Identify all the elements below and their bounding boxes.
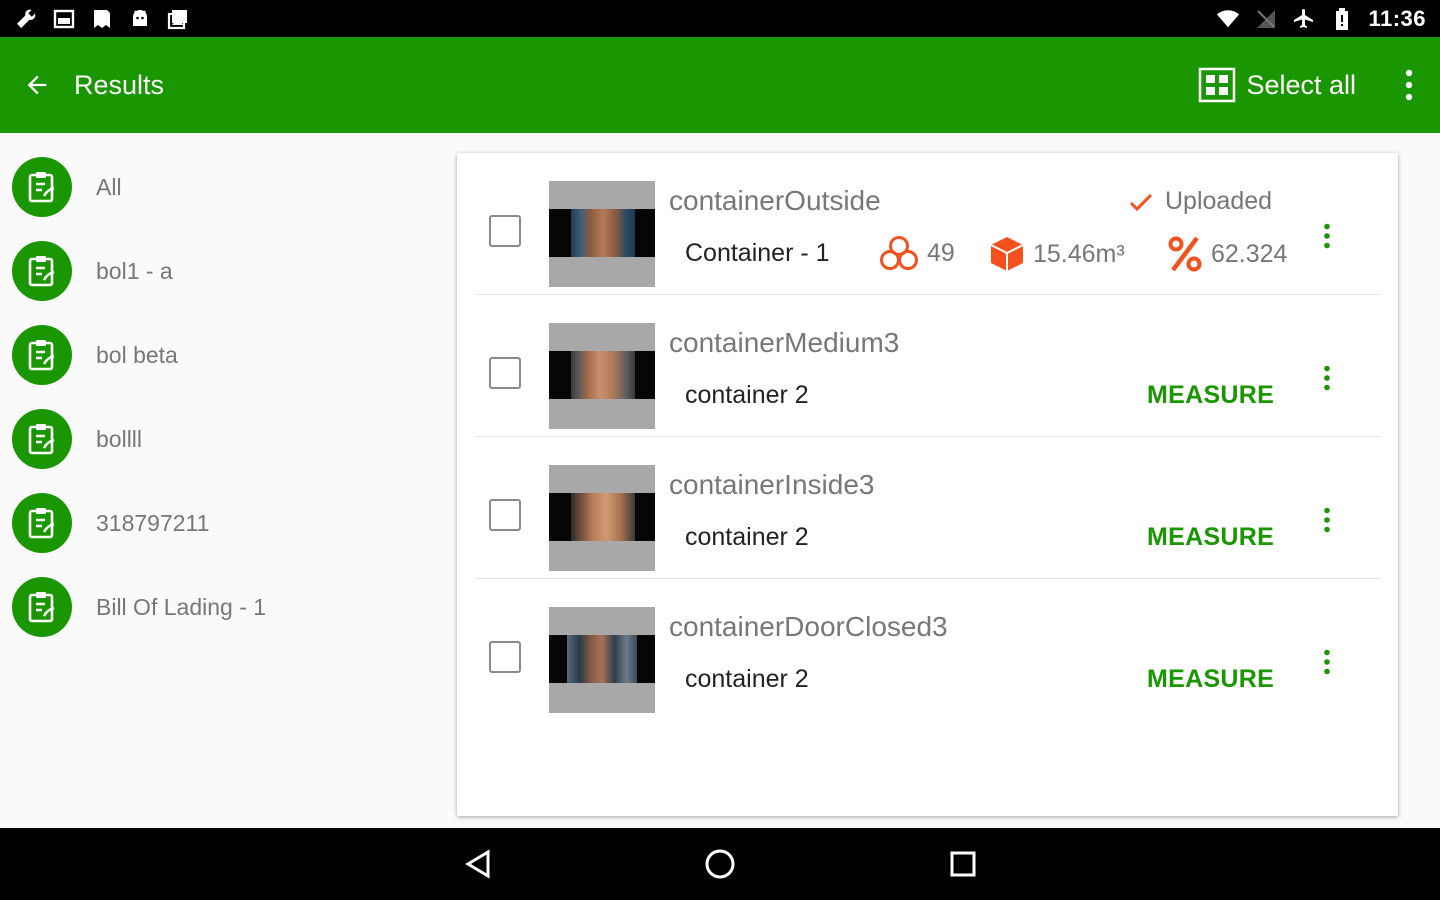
back-button[interactable] <box>0 37 74 133</box>
result-row-container-door-closed3: containerDoorClosed3 container 2 MEASURE <box>475 579 1381 721</box>
row-checkbox[interactable] <box>489 499 521 531</box>
home-circle-icon <box>705 849 735 879</box>
back-triangle-icon <box>465 849 490 879</box>
result-name: containerOutside <box>669 185 881 216</box>
arrow-back-icon <box>27 75 47 95</box>
avatar <box>12 493 72 553</box>
app-bar: Results Select all <box>0 37 1440 133</box>
result-row-container-medium3: containerMedium3 container 2 MEASURE <box>475 295 1381 437</box>
more-vert-icon <box>1324 223 1330 249</box>
sidebar-item-label: 318797211 <box>96 509 210 536</box>
percent-icon <box>1168 236 1202 272</box>
android-icon <box>128 7 152 31</box>
result-row-container-inside3: containerInside3 container 2 MEASURE <box>475 437 1381 579</box>
more-vert-icon <box>1324 365 1330 391</box>
recents-square-icon <box>950 851 976 877</box>
nav-home-button[interactable] <box>696 842 744 886</box>
clipboard-icon <box>28 508 55 539</box>
check-icon <box>1129 193 1153 211</box>
row-checkbox[interactable] <box>489 215 521 247</box>
results-card: containerOutside Uploaded Container - 1 … <box>457 153 1398 816</box>
nav-recents-button[interactable] <box>939 842 987 886</box>
result-name: containerMedium3 <box>669 327 900 358</box>
clipboard-icon <box>28 256 55 287</box>
more-vert-icon <box>1324 507 1330 533</box>
row-checkbox[interactable] <box>489 641 521 673</box>
page-title: Results <box>74 69 165 100</box>
clipboard-icon <box>28 172 55 203</box>
more-vert-icon <box>1405 69 1413 101</box>
result-thumbnail[interactable] <box>549 323 655 429</box>
sidebar-item-bol1-a[interactable]: bol1 - a <box>0 229 440 313</box>
wrench-icon <box>14 7 38 31</box>
avatar <box>12 157 72 217</box>
count-stat: 49 <box>879 235 955 271</box>
container-label: container 2 <box>685 523 809 551</box>
result-thumbnail[interactable] <box>549 607 655 713</box>
signal-off-icon <box>1254 7 1278 31</box>
sidebar-item-bill-of-lading-1[interactable]: Bill Of Lading - 1 <box>0 565 440 649</box>
volume-stat: 15.46m³ <box>989 235 1125 273</box>
system-status: 11:36 <box>1216 6 1426 32</box>
bill-of-lading-list: All bol1 - a bol beta bollll 318797211 B… <box>0 133 440 828</box>
sidebar-item-318797211[interactable]: 318797211 <box>0 481 440 565</box>
circles-cluster-icon <box>880 236 918 270</box>
result-row-container-outside: containerOutside Uploaded Container - 1 … <box>475 153 1381 295</box>
photos-icon <box>166 7 190 31</box>
sidebar-item-all[interactable]: All <box>0 145 440 229</box>
app-bar-actions: Select all <box>1198 37 1440 133</box>
result-name: containerInside3 <box>669 469 875 500</box>
result-name: containerDoorClosed3 <box>669 611 948 642</box>
container-label: Container - 1 <box>685 239 830 267</box>
bookmark-icon <box>90 7 114 31</box>
upload-status-label: Uploaded <box>1165 187 1273 215</box>
system-nav-bar <box>0 828 1440 900</box>
measure-button[interactable]: MEASURE <box>1147 381 1274 410</box>
container-label: container 2 <box>685 665 809 693</box>
sidebar-item-bollll[interactable]: bollll <box>0 397 440 481</box>
fill-percent-stat: 62.324 <box>1167 235 1287 273</box>
sidebar-item-label: bol1 - a <box>96 257 173 284</box>
row-overflow-button[interactable] <box>1313 219 1341 253</box>
row-overflow-button[interactable] <box>1313 645 1341 679</box>
image-icon <box>52 7 76 31</box>
battery-icon <box>1330 7 1354 31</box>
select-all-button[interactable]: Select all <box>1198 37 1378 133</box>
cube-icon <box>990 237 1024 271</box>
avatar <box>12 325 72 385</box>
notification-icons <box>14 7 190 31</box>
wifi-icon <box>1216 7 1240 31</box>
clipboard-icon <box>28 592 55 623</box>
result-thumbnail[interactable] <box>549 181 655 287</box>
airplane-icon <box>1292 7 1316 31</box>
select-all-label: Select all <box>1246 69 1356 100</box>
sidebar-item-label: bollll <box>96 425 143 452</box>
sidebar-item-label: Bill Of Lading - 1 <box>96 593 267 620</box>
clipboard-icon <box>28 424 55 455</box>
volume-value: 15.46m³ <box>1033 239 1125 268</box>
sidebar-item-bol-beta[interactable]: bol beta <box>0 313 440 397</box>
more-vert-icon <box>1324 649 1330 675</box>
status-time: 11:36 <box>1368 5 1426 31</box>
percent-value: 62.324 <box>1211 239 1288 268</box>
sidebar-item-label: bol beta <box>96 341 178 368</box>
container-label: container 2 <box>685 381 809 409</box>
row-checkbox[interactable] <box>489 357 521 389</box>
sidebar-item-label: All <box>96 173 122 200</box>
measure-button[interactable]: MEASURE <box>1147 523 1274 552</box>
nav-back-button[interactable] <box>454 842 502 886</box>
avatar <box>12 577 72 637</box>
avatar <box>12 409 72 469</box>
measure-button[interactable]: MEASURE <box>1147 665 1274 694</box>
row-overflow-button[interactable] <box>1313 503 1341 537</box>
select-all-grid-icon <box>1199 67 1236 103</box>
avatar <box>12 241 72 301</box>
clipboard-icon <box>28 340 55 371</box>
status-bar: 11:36 <box>0 0 1440 37</box>
result-thumbnail[interactable] <box>549 465 655 571</box>
overflow-menu-button[interactable] <box>1378 37 1440 133</box>
row-overflow-button[interactable] <box>1313 361 1341 395</box>
upload-status: Uploaded <box>1129 187 1272 216</box>
count-value: 49 <box>927 238 955 267</box>
